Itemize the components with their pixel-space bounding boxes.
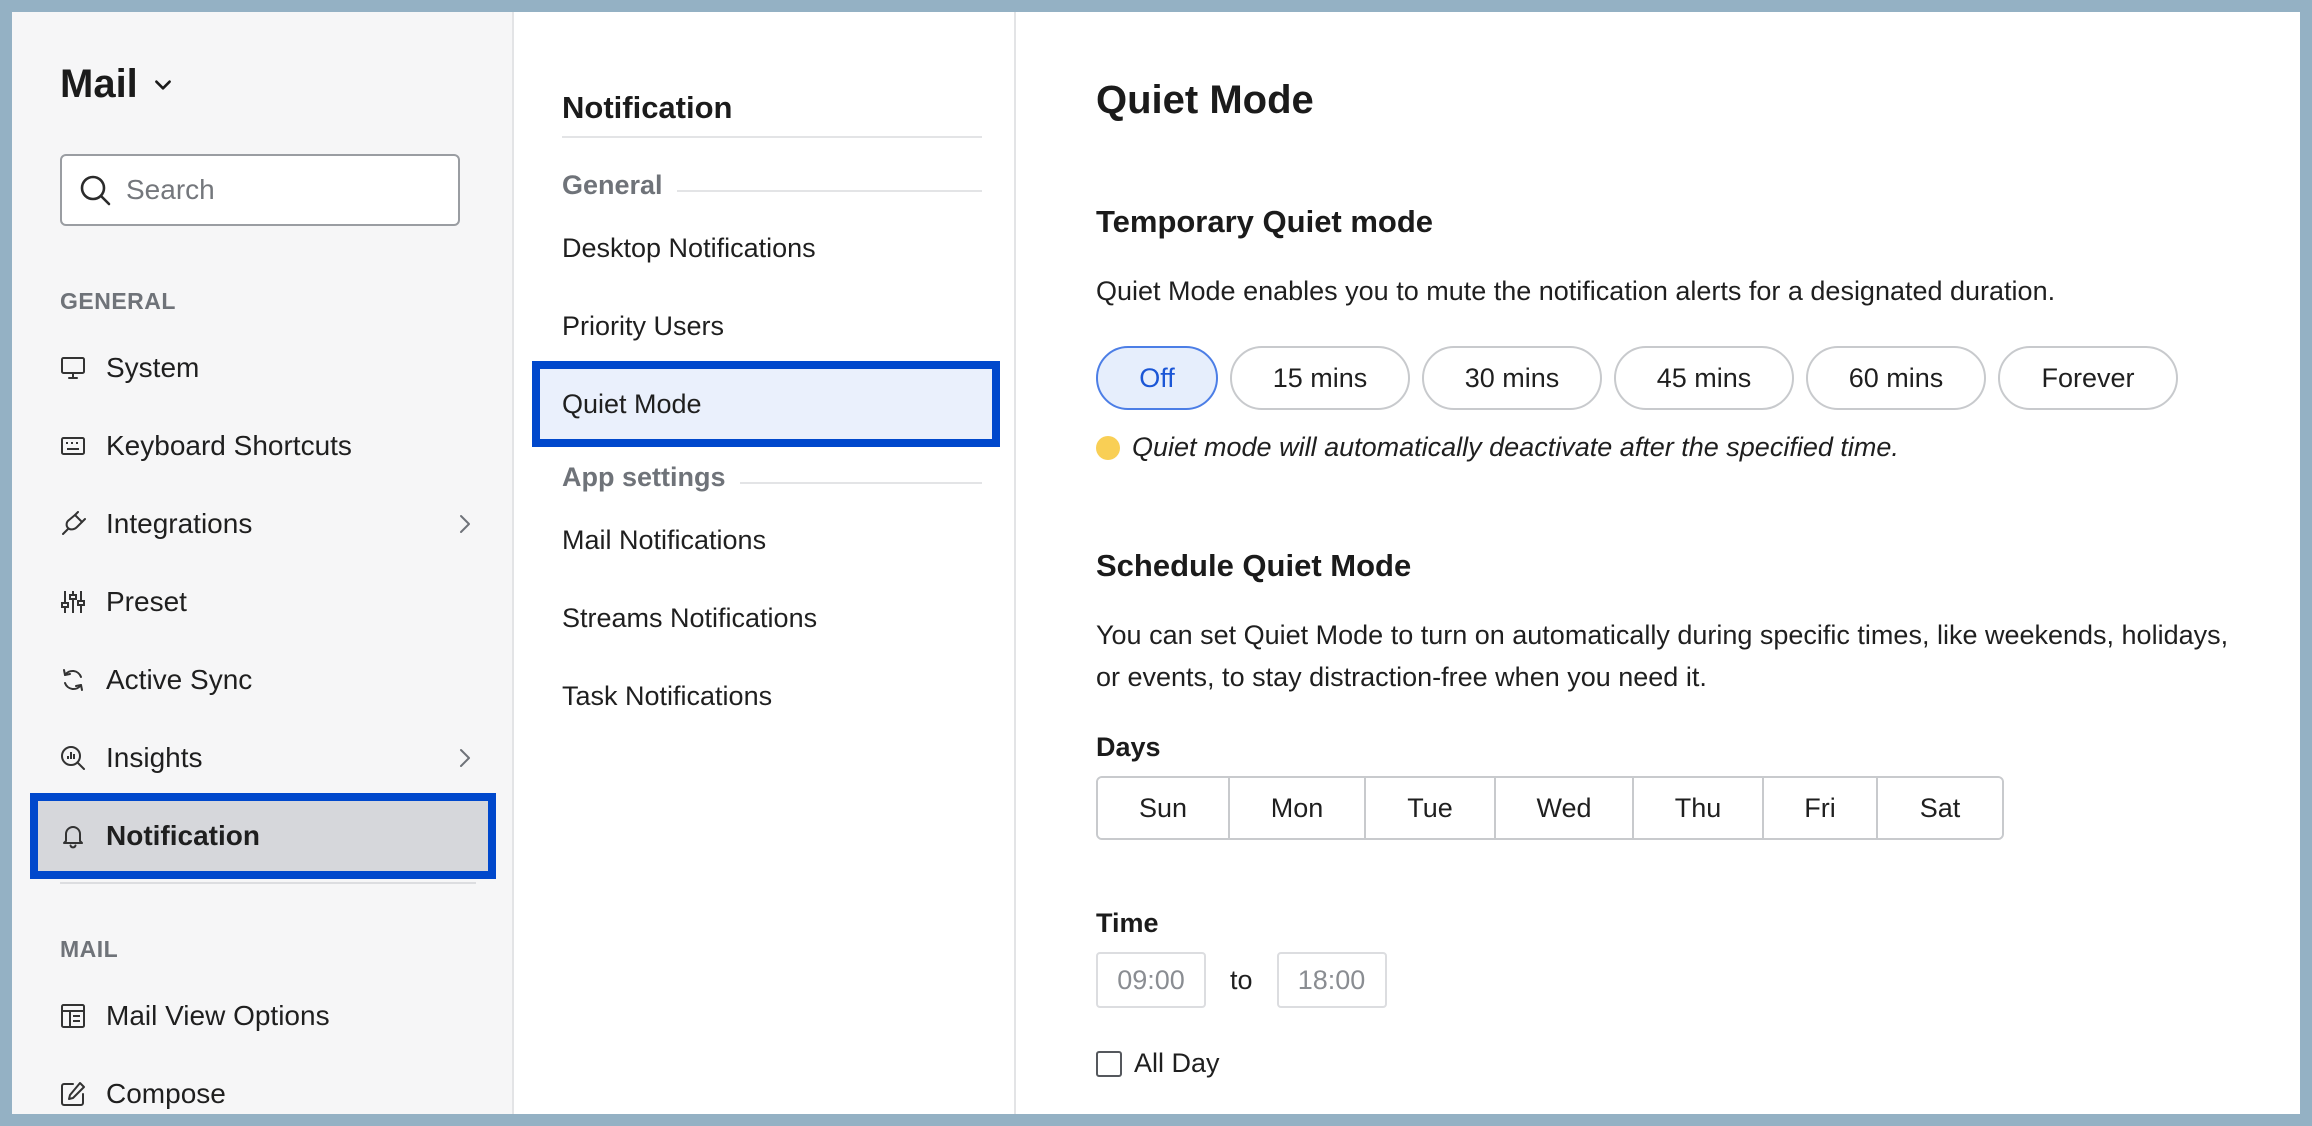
sidebar-item-mail-view-options[interactable]: Mail View Options <box>60 986 480 1046</box>
sidebar-item-label: Preset <box>106 586 187 617</box>
monitor-icon <box>61 357 85 379</box>
group-divider <box>676 189 982 192</box>
sync-icon <box>63 669 83 691</box>
layout-icon <box>61 1004 85 1028</box>
section-label-general: GENERAL <box>60 288 176 314</box>
duration-forever-button[interactable]: Forever <box>1998 346 2178 410</box>
keyboard-icon <box>61 437 85 455</box>
all-day-checkbox[interactable] <box>1096 1050 1122 1077</box>
sidebar: Mail GENERAL System <box>12 12 514 1114</box>
temporary-quiet-mode-heading: Temporary Quiet mode <box>1096 204 1434 239</box>
sidebar-item-label: Active Sync <box>106 664 253 695</box>
duration-45-mins-button[interactable]: 45 mins <box>1614 346 1794 410</box>
duration-60-mins-button[interactable]: 60 mins <box>1806 346 1986 410</box>
schedule-quiet-mode-description: You can set Quiet Mode to turn on automa… <box>1096 620 2229 692</box>
bell-icon <box>63 826 83 849</box>
sidebar-item-label: Integrations <box>106 508 253 539</box>
subnav-item-task-notifications[interactable]: Task Notifications <box>562 666 982 726</box>
subnav-item-mail-notifications[interactable]: Mail Notifications <box>562 510 982 570</box>
auto-deactivate-note: Quiet mode will automatically deactivate… <box>1096 432 1899 463</box>
note-text: Quiet mode will automatically deactivate… <box>1132 432 1899 462</box>
section-label-mail: MAIL <box>60 936 119 962</box>
sidebar-item-label: Insights <box>106 742 203 773</box>
subnav-group-general: General <box>562 170 982 201</box>
chevron-down-icon <box>154 79 171 90</box>
page-title: Quiet Mode <box>1096 78 1314 122</box>
all-day-label: All Day <box>1134 1048 1220 1078</box>
subnav-group-label: General <box>562 170 663 200</box>
insights-icon <box>61 746 85 770</box>
day-sun[interactable]: Sun <box>1098 778 1230 838</box>
subnav-title: Notification <box>562 90 733 125</box>
duration-off-button[interactable]: Off <box>1096 346 1218 410</box>
info-dot-icon <box>1096 435 1120 460</box>
compose-icon <box>61 1082 85 1106</box>
subnav-divider <box>562 136 982 138</box>
sidebar-item-label: Notification <box>106 820 260 851</box>
temporary-quiet-mode-description: Quiet Mode enables you to mute the notif… <box>1096 276 2056 306</box>
search-box[interactable] <box>60 154 460 226</box>
sidebar-item-insights[interactable]: Insights <box>60 728 480 788</box>
time-range: 09:00 to 18:00 <box>1096 952 1387 1008</box>
subnav-group-label: App settings <box>562 462 726 492</box>
sliders-icon <box>61 591 85 613</box>
end-time-input[interactable]: 18:00 <box>1276 952 1387 1008</box>
app-window: Mail GENERAL System <box>12 12 2300 1114</box>
all-day-option[interactable]: All Day <box>1096 1048 1220 1079</box>
sidebar-item-label: Keyboard Shortcuts <box>106 430 352 461</box>
duration-options: Off 15 mins 30 mins 45 mins 60 mins Fore… <box>1096 346 2178 410</box>
sidebar-item-integrations[interactable]: Integrations <box>60 494 480 554</box>
days-label: Days <box>1096 732 1161 762</box>
sidebar-divider <box>60 882 476 884</box>
sidebar-item-keyboard-shortcuts[interactable]: Keyboard Shortcuts <box>60 416 480 476</box>
sidebar-item-notification[interactable]: Notification <box>30 793 496 879</box>
day-tue[interactable]: Tue <box>1366 778 1496 838</box>
day-mon[interactable]: Mon <box>1230 778 1366 838</box>
app-title: Mail <box>60 62 138 106</box>
search-input[interactable] <box>126 174 426 206</box>
chevron-right-icon <box>460 749 470 767</box>
notification-subnav: Notification General Desktop Notificatio… <box>514 12 1016 1114</box>
time-label: Time <box>1096 908 1159 938</box>
subnav-item-priority-users[interactable]: Priority Users <box>562 296 982 356</box>
time-separator: to <box>1230 964 1253 995</box>
day-wed[interactable]: Wed <box>1496 778 1634 838</box>
day-fri[interactable]: Fri <box>1764 778 1878 838</box>
sidebar-item-label: System <box>106 352 200 383</box>
duration-30-mins-button[interactable]: 30 mins <box>1422 346 1602 410</box>
days-selector: Sun Mon Tue Wed Thu Fri Sat <box>1096 776 2004 840</box>
subnav-group-app-settings: App settings <box>562 462 982 493</box>
day-thu[interactable]: Thu <box>1634 778 1764 838</box>
subnav-item-desktop-notifications[interactable]: Desktop Notifications <box>562 218 982 278</box>
chevron-right-icon <box>460 515 470 533</box>
subnav-item-streams-notifications[interactable]: Streams Notifications <box>562 588 982 648</box>
sidebar-item-label: Compose <box>106 1078 226 1109</box>
day-sat[interactable]: Sat <box>1878 778 2002 838</box>
sidebar-item-active-sync[interactable]: Active Sync <box>60 650 480 710</box>
subnav-item-quiet-mode[interactable]: Quiet Mode <box>532 361 1000 447</box>
group-divider <box>739 481 982 484</box>
app-switcher[interactable]: Mail <box>60 62 174 107</box>
duration-15-mins-button[interactable]: 15 mins <box>1230 346 1410 410</box>
start-time-input[interactable]: 09:00 <box>1096 952 1206 1008</box>
schedule-quiet-mode-heading: Schedule Quiet Mode <box>1096 548 1412 583</box>
search-icon <box>80 175 111 206</box>
sidebar-item-label: Mail View Options <box>106 1000 330 1031</box>
plug-icon <box>62 511 86 535</box>
sidebar-item-system[interactable]: System <box>60 338 480 398</box>
quiet-mode-content: Quiet Mode Temporary Quiet mode Quiet Mo… <box>1016 12 2300 1114</box>
sidebar-item-preset[interactable]: Preset <box>60 572 480 632</box>
sidebar-item-compose[interactable]: Compose <box>60 1064 480 1114</box>
